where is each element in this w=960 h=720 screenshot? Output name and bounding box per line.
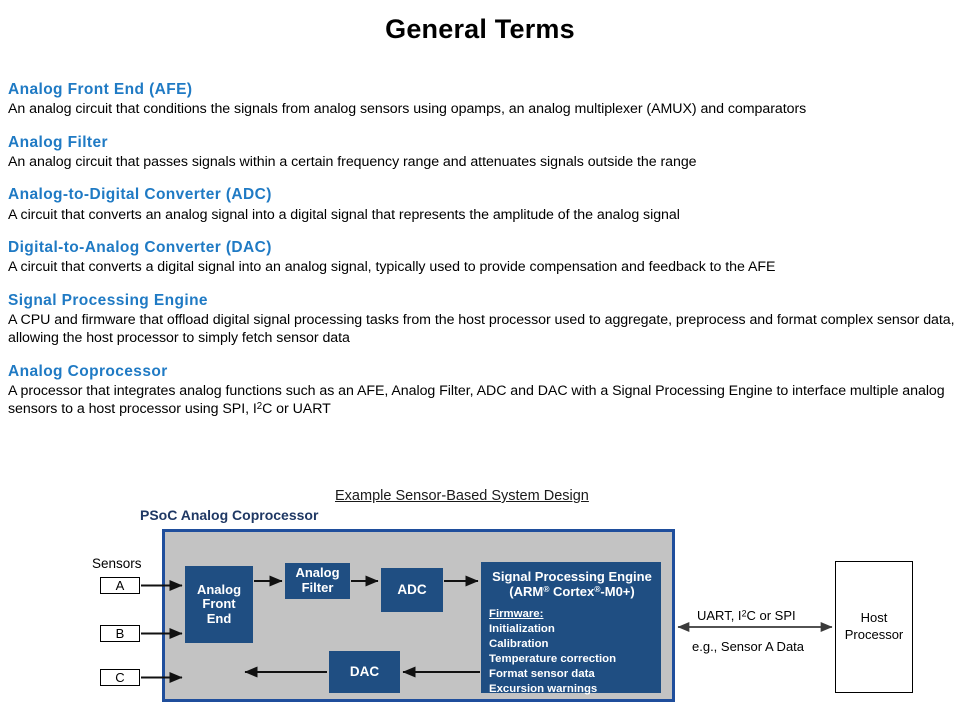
sensor-box-c: C: [100, 669, 140, 686]
firmware-item: Excursion warnings: [489, 682, 598, 695]
system-diagram: Example Sensor-Based System Design PSoC …: [0, 483, 960, 720]
block-analog-front-end: Analog Front End: [185, 566, 253, 643]
term-definition: A circuit that converts a digital signal…: [8, 259, 776, 276]
interface-label-pre: UART, I: [697, 608, 742, 623]
glossary-list: Analog Front End (AFE) An analog circuit…: [8, 80, 960, 433]
spe-title: Signal Processing Engine (ARM® Cortex®-M…: [489, 569, 655, 600]
interface-example-label: e.g., Sensor A Data: [692, 639, 805, 654]
glossary-term-afe: Analog Front End (AFE) An analog circuit…: [8, 80, 960, 119]
term-heading: Analog Coprocessor: [8, 362, 168, 380]
psoc-coprocessor-label: PSoC Analog Coprocessor: [140, 507, 319, 523]
firmware-item: Initialization: [489, 622, 555, 635]
term-heading: Signal Processing Engine: [8, 291, 208, 309]
firmware-item: Format sensor data: [489, 667, 595, 680]
term-heading: Analog Front End (AFE): [8, 81, 193, 98]
spe-arm-pre: (ARM: [509, 584, 544, 600]
sensors-label: Sensors: [92, 556, 142, 571]
block-host-processor: Host Processor: [835, 561, 913, 693]
block-label-line: Analog: [295, 565, 340, 581]
host-label-line: Host: [860, 610, 888, 626]
glossary-term-analog-coprocessor: Analog Coprocessor A processor that inte…: [8, 362, 960, 419]
block-analog-filter: Analog Filter: [285, 563, 350, 599]
term-definition-part1: A processor that integrates analog funct…: [8, 383, 945, 418]
host-label-line: Processor: [844, 627, 904, 642]
spe-title-line1: Signal Processing Engine: [492, 569, 652, 584]
glossary-term-analog-filter: Analog Filter An analog circuit that pas…: [8, 133, 960, 172]
term-definition-part2: C or UART: [262, 401, 331, 418]
block-label-line: Filter: [301, 580, 334, 595]
sensor-box-b: B: [100, 625, 140, 642]
term-heading: Digital-to-Analog Converter (DAC): [8, 239, 272, 257]
interface-bus-label: UART, I2C or SPI: [697, 608, 796, 623]
block-label-line: End: [206, 610, 232, 626]
glossary-term-dac: Digital-to-Analog Converter (DAC) A circ…: [8, 238, 960, 277]
block-dac: DAC: [329, 651, 400, 693]
glossary-term-adc: Analog-to-Digital Converter (ADC) A circ…: [8, 185, 960, 224]
term-definition: A processor that integrates analog funct…: [8, 382, 960, 419]
page-title: General Terms: [385, 14, 575, 44]
sensor-box-a: A: [100, 577, 140, 594]
interface-label-post: C or SPI: [746, 608, 796, 623]
spe-m0-post: -M0+): [600, 584, 635, 600]
term-definition: An analog circuit that conditions the si…: [8, 101, 807, 118]
term-heading: Analog-to-Digital Converter (ADC): [8, 186, 272, 204]
diagram-caption: Example Sensor-Based System Design: [335, 488, 589, 504]
glossary-term-signal-processing-engine: Signal Processing Engine A CPU and firmw…: [8, 291, 960, 348]
term-heading: Analog Filter: [8, 133, 108, 151]
spe-cortex-mid: Cortex: [549, 584, 595, 600]
firmware-heading: Firmware:: [489, 607, 544, 620]
firmware-item: Temperature correction: [489, 652, 617, 665]
block-signal-processing-engine: Signal Processing Engine (ARM® Cortex®-M…: [481, 562, 661, 695]
spe-title-line2: (ARM® Cortex®-M0+): [489, 584, 655, 599]
term-definition: A circuit that converts an analog signal…: [8, 206, 680, 223]
block-adc: ADC: [381, 568, 443, 612]
term-definition: A CPU and firmware that offload digital …: [8, 312, 955, 347]
firmware-item: Calibration: [489, 637, 549, 650]
block-label-line: Analog: [196, 581, 242, 597]
term-definition: An analog circuit that passes signals wi…: [8, 154, 697, 171]
block-label-line: Front: [202, 596, 236, 612]
